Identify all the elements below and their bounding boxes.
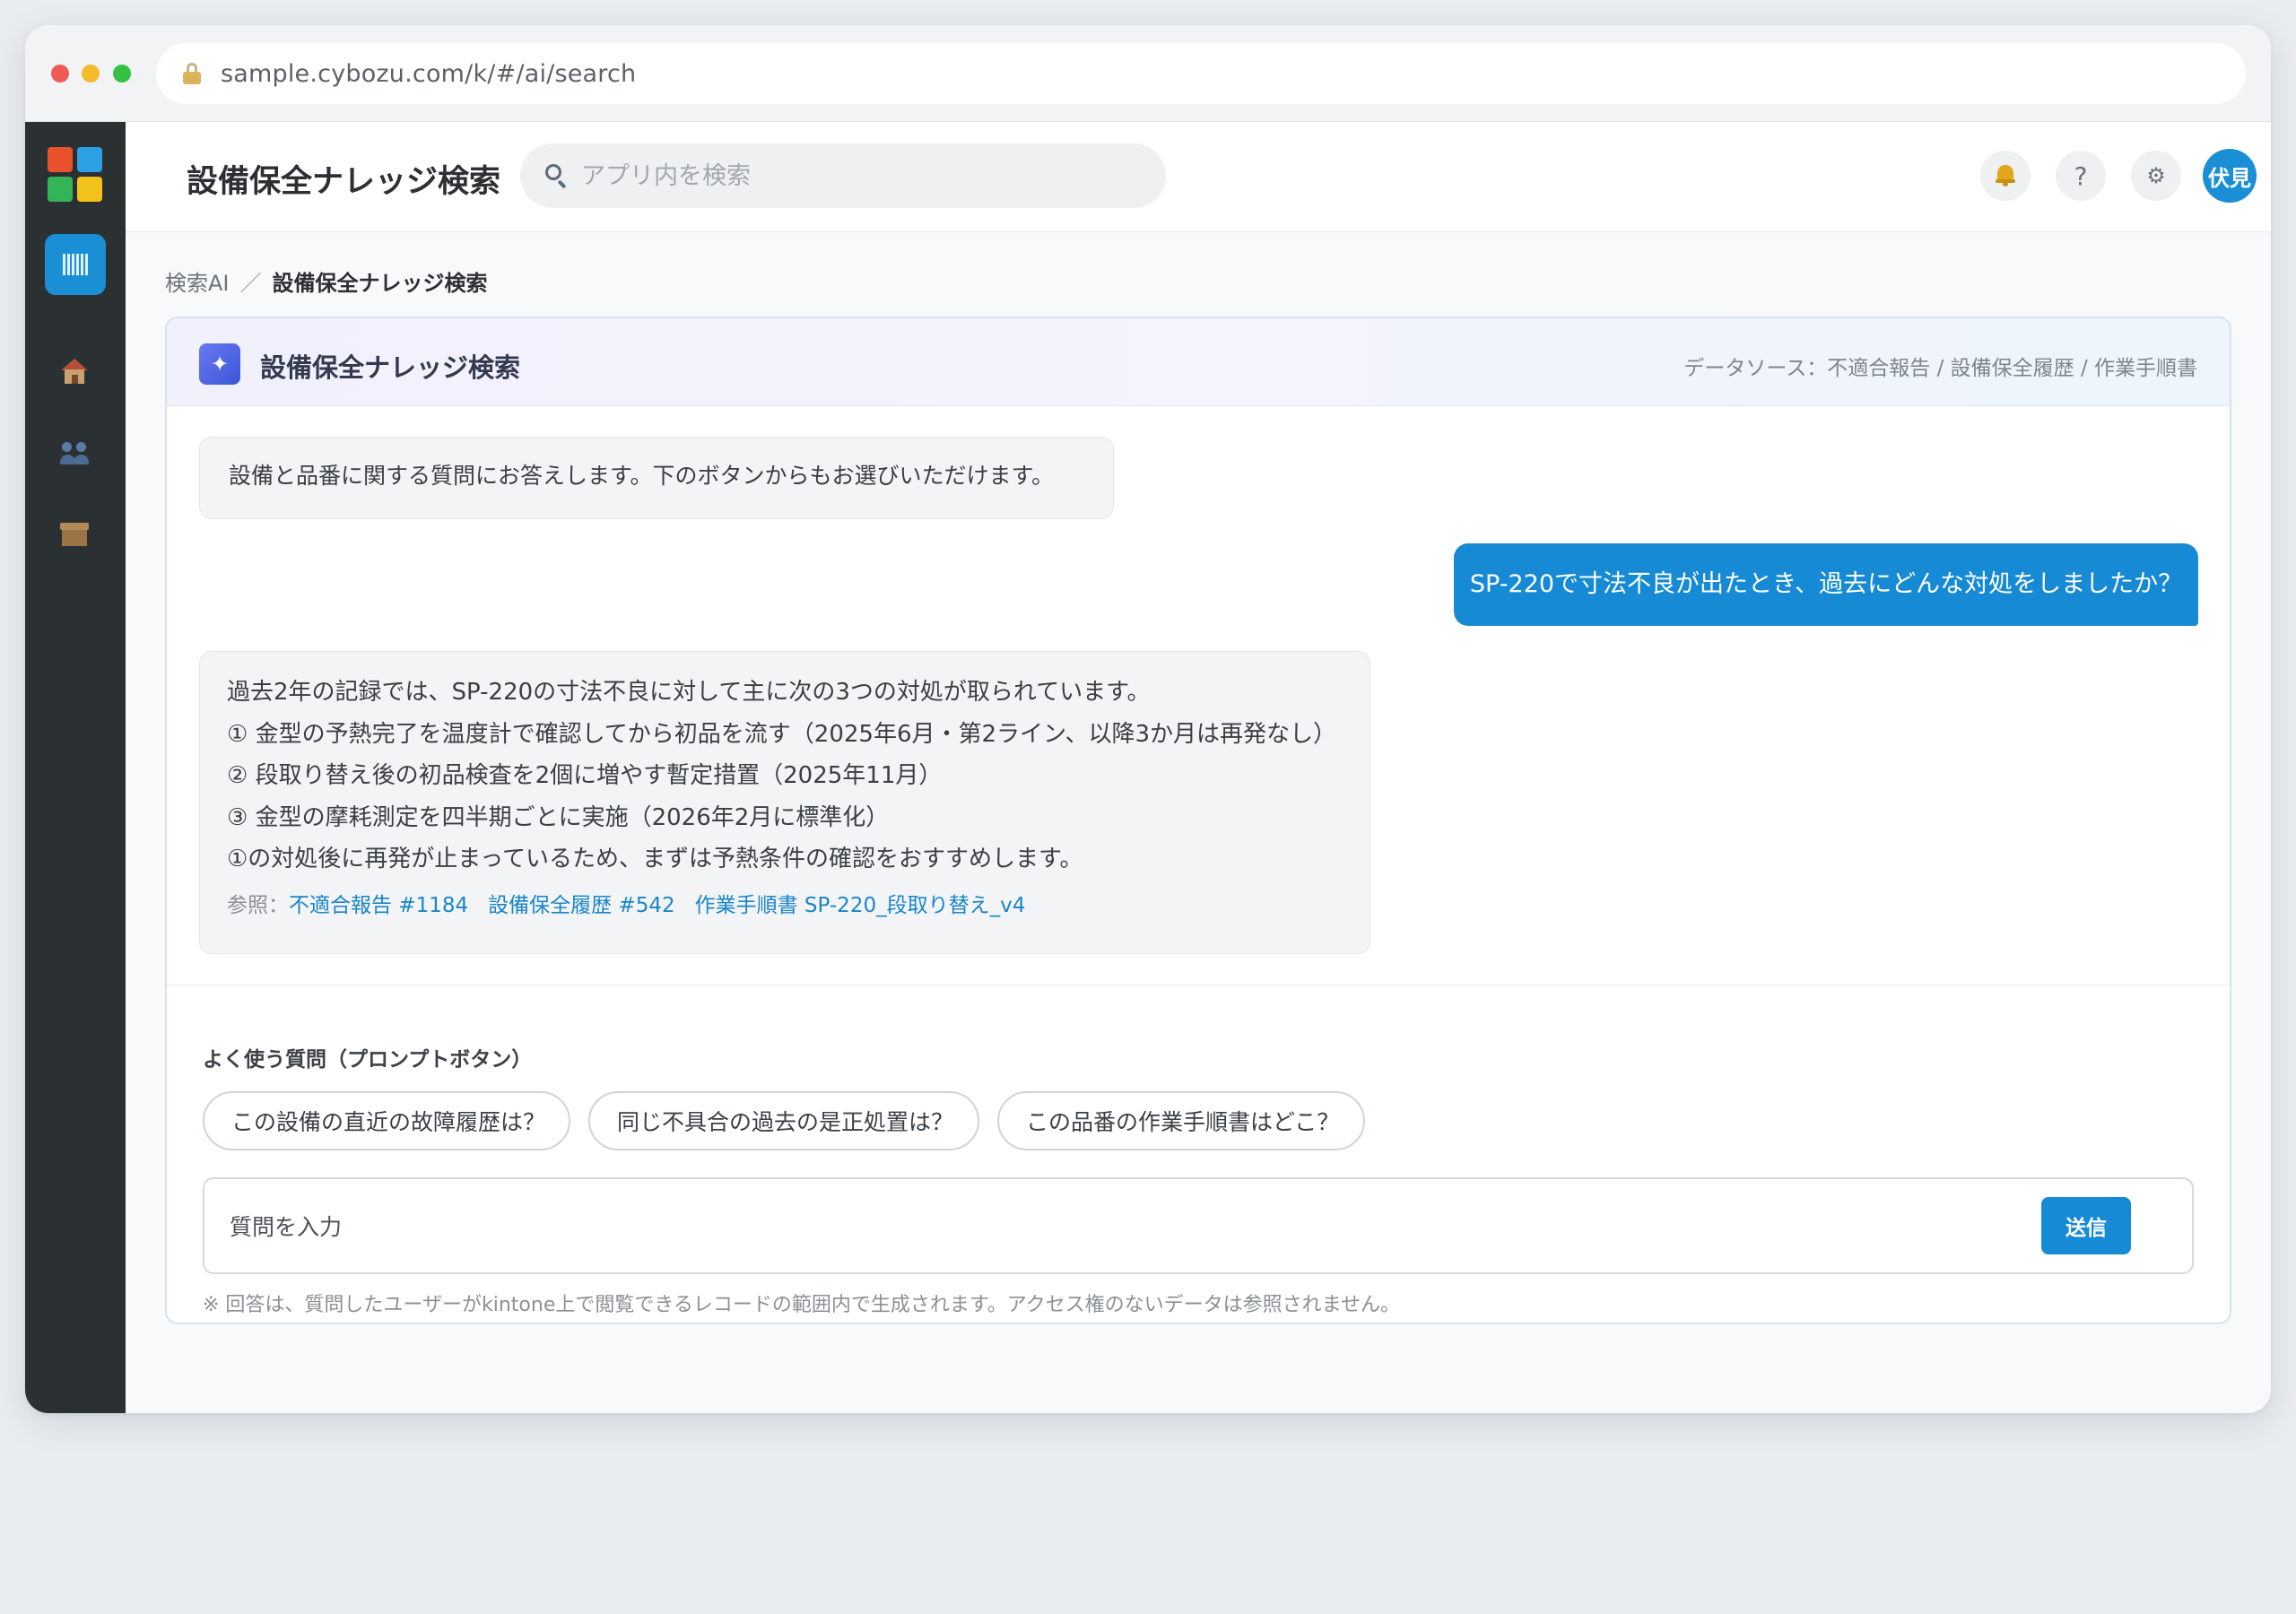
gear-icon: ⚙: [2146, 163, 2166, 188]
reference-link[interactable]: 設備保全履歴 #542: [488, 894, 674, 917]
references: 参照：不適合報告 #1184 設備保全履歴 #542 作業手順書 SP-220_段取…: [227, 889, 1343, 922]
prompt-heading: よく使う質問（プロンプトボタン）: [203, 1048, 533, 1072]
app-icon: [63, 254, 88, 275]
kintone-logo[interactable]: [48, 147, 103, 203]
box-icon: [60, 523, 89, 546]
search-icon: [545, 164, 569, 189]
question-box: 送信: [203, 1177, 2194, 1274]
address-bar[interactable]: sample.cybozu.com/k/#/ai/search: [156, 43, 2246, 104]
search-panel: ✦ 設備保全ナレッジ検索 データソース：不適合報告 / 設備保全履歴 / 作業手…: [165, 317, 2231, 1324]
bell-icon: [1996, 165, 2015, 187]
breadcrumb-current: 設備保全ナレッジ検索: [272, 271, 488, 296]
system-message: 設備と品番に関する質問にお答えします。下のボタンからもお選びいただけます。: [199, 437, 1114, 519]
question-input[interactable]: [230, 1204, 1934, 1249]
close-window-button[interactable]: [51, 65, 69, 82]
breadcrumb-separator: ／: [239, 271, 262, 296]
help-icon: ?: [2074, 161, 2088, 191]
sidebar-item-users[interactable]: [55, 436, 94, 472]
sparkle-icon: ✦: [199, 343, 240, 385]
answer-line: ①の対処後に再発が止まっているため、まずは予熱条件の確認をおすすめします。: [227, 846, 1083, 872]
panel-title: 設備保全ナレッジ検索: [260, 352, 521, 383]
help-button[interactable]: ?: [2056, 151, 2106, 201]
reference-link[interactable]: 作業手順書 SP-220_段取り替え_v4: [695, 894, 1026, 917]
answer-message: 過去2年の記録では、SP-220の寸法不良に対して主に次の3つの対処が取られてい…: [199, 651, 1370, 954]
panel-header: ✦ 設備保全ナレッジ検索 データソース：不適合報告 / 設備保全履歴 / 作業手…: [167, 318, 2230, 406]
sidebar-item-app[interactable]: [45, 234, 106, 295]
notification-button[interactable]: [1980, 151, 2031, 201]
prompt-chip[interactable]: 同じ不具合の過去の是正処置は？: [588, 1091, 979, 1150]
maximize-window-button[interactable]: [113, 65, 131, 82]
user-message-text: SP-220で寸法不良が出たとき、過去にどんな対処をしましたか？: [1469, 570, 2183, 598]
home-icon: [61, 359, 88, 384]
access-notice: ※ 回答は、質問したユーザーがkintone上で閲覧できるレコードの範囲内で生成…: [203, 1294, 1400, 1316]
url-text[interactable]: sample.cybozu.com/k/#/ai/search: [221, 60, 636, 88]
sidebar-item-home[interactable]: [55, 353, 94, 389]
user-message: SP-220で寸法不良が出たとき、過去にどんな対処をしましたか？: [1454, 543, 2198, 626]
prompt-chip[interactable]: この品番の作業手順書はどこ？: [997, 1091, 1365, 1150]
browser-window: sample.cybozu.com/k/#/ai/search 設備保全ナレッジ…: [25, 25, 2271, 1413]
answer-line: ② 段取り替え後の初品検査を2個に増やす暫定措置（2025年11月）: [227, 762, 943, 789]
settings-button[interactable]: ⚙: [2131, 151, 2181, 201]
prompt-chips: この設備の直近の故障履歴は？ 同じ不具合の過去の是正処置は？ この品番の作業手順…: [203, 1091, 1365, 1150]
breadcrumb: 検索AI ／ 設備保全ナレッジ検索: [165, 265, 488, 297]
minimize-window-button[interactable]: [82, 65, 100, 82]
sidebar-item-box[interactable]: [55, 516, 94, 552]
answer-line: ① 金型の予熱完了を温度計で確認してから初品を流す（2025年6月・第2ライン、…: [227, 720, 1337, 748]
lock-icon: [183, 63, 201, 84]
sidebar: [25, 122, 126, 1413]
datasource-label: データソース：不適合報告 / 設備保全履歴 / 作業手順書: [1683, 357, 2197, 380]
system-message-text: 設備と品番に関する質問にお答えします。下のボタンからもお選びいただけます。: [229, 463, 1055, 489]
avatar[interactable]: 伏見: [2203, 149, 2257, 203]
prompt-chip[interactable]: この設備の直近の故障履歴は？: [203, 1091, 570, 1150]
search-input[interactable]: [581, 161, 1119, 190]
users-icon: [60, 442, 89, 465]
references-label: 参照：: [227, 893, 289, 917]
send-button[interactable]: 送信: [2041, 1197, 2131, 1254]
app-title: 設備保全ナレッジ検索: [187, 164, 501, 200]
breadcrumb-parent[interactable]: 検索AI: [165, 265, 230, 297]
answer-line: 過去2年の記録では、SP-220の寸法不良に対して主に次の3つの対処が取られてい…: [227, 679, 1151, 706]
app-header: 設備保全ナレッジ検索 ? ⚙ 伏見: [126, 122, 2271, 232]
answer-line: ③ 金型の摩耗測定を四半期ごとに実施（2026年2月に標準化）: [227, 803, 890, 831]
browser-chrome: sample.cybozu.com/k/#/ai/search: [25, 25, 2271, 122]
app-search[interactable]: [520, 143, 1166, 208]
reference-link[interactable]: 不適合報告 #1184: [289, 894, 468, 917]
